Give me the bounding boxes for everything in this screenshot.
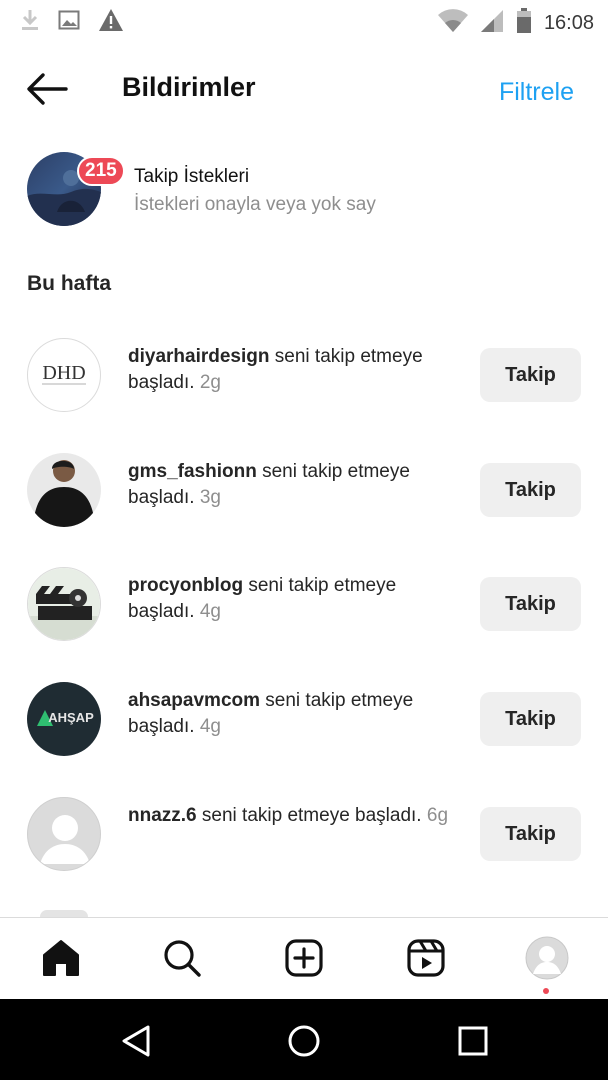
profile-icon[interactable] [525,936,569,980]
list-item: DHD diyarhairdesign seni takip etmeye ba… [0,338,608,438]
notification-username[interactable]: ahsapavmcom [128,690,260,711]
back-button[interactable] [26,72,68,106]
system-navigation-bar [0,999,608,1080]
svg-text:AHŞAP: AHŞAP [48,710,94,725]
notification-time: 2g [199,372,221,393]
notification-username[interactable]: diyarhairdesign [128,346,270,367]
image-icon [58,9,80,36]
notification-time: 4g [199,601,221,622]
filter-button[interactable]: Filtrele [499,78,574,107]
reels-icon[interactable] [404,936,448,980]
notification-time: 4g [199,716,221,737]
list-item: gms_fashionn seni takip etmeye başladı. … [0,453,608,553]
follow-button[interactable]: Takip [480,348,581,402]
notification-time: 3g [199,487,221,508]
battery-icon [516,8,532,39]
back-arrow-icon [27,73,68,105]
wifi-icon [437,9,468,38]
page-title: Bildirimler [122,72,256,102]
signal-icon [480,9,504,38]
avatar[interactable] [27,567,101,641]
notification-text: gms_fashionn seni takip etmeye başladı. … [128,459,458,511]
notification-text: ahsapavmcom seni takip etmeye başladı. 4… [128,688,458,740]
avatar[interactable] [27,797,101,871]
follow-requests-badge: 215 [77,156,125,186]
follow-requests-title: Takip İstekleri [134,166,250,187]
search-icon[interactable] [160,936,204,980]
bottom-navigation [0,917,608,999]
profile-notification-dot [543,988,549,994]
avatar[interactable]: DHD [27,338,101,412]
notification-text: nnazz.6 seni takip etmeye başladı. 6g [128,803,458,829]
notification-text: diyarhairdesign seni takip etmeye başlad… [128,344,458,396]
notification-time: 6g [426,805,449,826]
status-bar: 16:08 [0,0,608,40]
notification-username[interactable]: gms_fashionn [128,461,257,482]
home-circle-icon[interactable] [282,1019,326,1063]
default-avatar-icon [40,815,90,864]
follow-button[interactable]: Takip [480,692,581,746]
notification-text: procyonblog seni takip etmeye başladı. 4… [128,573,458,625]
header: Bildirimler Filtrele [0,52,608,124]
home-icon[interactable] [39,936,83,980]
warning-icon [98,8,124,37]
list-item: procyonblog seni takip etmeye başladı. 4… [0,567,608,667]
status-time: 16:08 [543,12,594,34]
back-triangle-icon[interactable] [114,1019,158,1063]
list-item: AHŞAP ahsapavmcom seni takip etmeye başl… [0,682,608,782]
partial-avatar [40,910,88,917]
notification-username[interactable]: nnazz.6 [128,805,197,826]
follow-button[interactable]: Takip [480,807,581,861]
follow-button[interactable]: Takip [480,463,581,517]
notification-message: seni takip etmeye başladı. [196,805,427,826]
new-post-icon[interactable] [282,936,326,980]
avatar[interactable]: AHŞAP [27,682,101,756]
list-item: nnazz.6 seni takip etmeye başladı. 6g Ta… [0,797,608,897]
download-icon [20,8,40,37]
avatar[interactable] [27,453,101,527]
notification-username[interactable]: procyonblog [128,575,243,596]
recents-square-icon[interactable] [451,1019,495,1063]
svg-text:DHD: DHD [42,362,85,384]
follow-button[interactable]: Takip [480,577,581,631]
follow-requests-subtitle: İstekleri onayla veya yok say [134,194,376,215]
section-title: Bu hafta [27,272,111,295]
